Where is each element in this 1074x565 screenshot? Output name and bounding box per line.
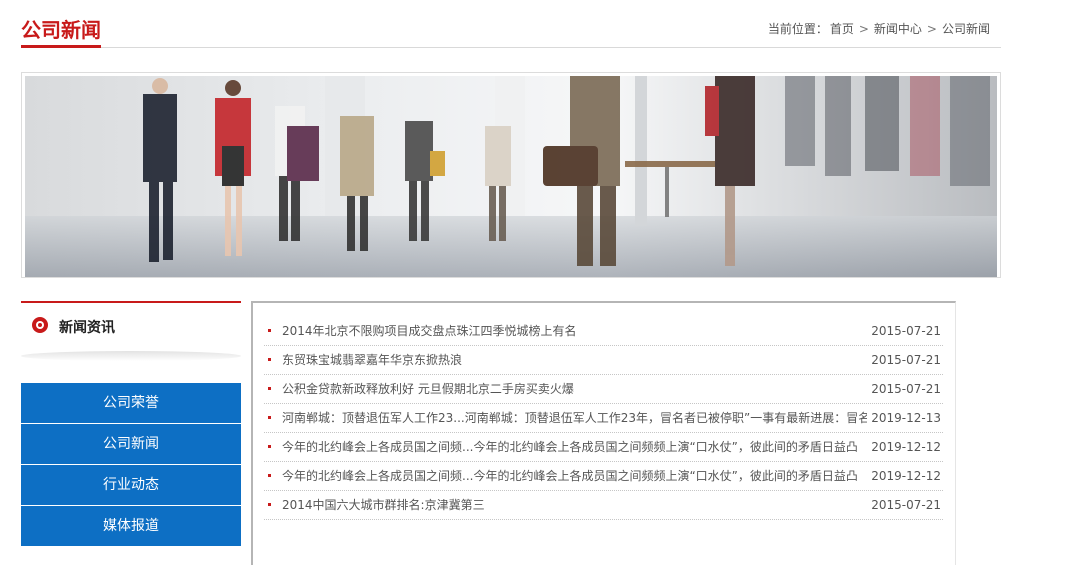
- news-title[interactable]: 今年的北约峰会上各成员国之间频...今年的北约峰会上各成员国之间频频上演“口水仗…: [282, 462, 872, 490]
- news-date: 2015-07-21: [867, 317, 941, 345]
- news-title[interactable]: 河南郸城：顶替退伍军人工作23...河南郸城：顶替退伍军人工作23年，冒名者已被…: [282, 404, 872, 432]
- bullet-icon: [268, 474, 271, 477]
- list-item[interactable]: 今年的北约峰会上各成员国之间频...今年的北约峰会上各成员国之间频频上演“口水仗…: [264, 433, 943, 462]
- breadcrumb-home[interactable]: 首页: [830, 22, 854, 36]
- sidebar-item-company-honors[interactable]: 公司荣誉: [21, 383, 241, 423]
- list-item[interactable]: 东贸珠宝城翡翠嘉年华京东掀热浪 2015-07-21: [264, 346, 943, 375]
- page-title: 公司新闻: [21, 18, 101, 48]
- sidebar-item-company-news[interactable]: 公司新闻: [21, 424, 241, 464]
- banner-image: [25, 76, 997, 277]
- sidebar-heading: 新闻资讯: [21, 301, 241, 351]
- sidebar: 新闻资讯 公司荣誉 公司新闻 行业动态 媒体报道: [21, 301, 241, 547]
- news-list: 2014年北京不限购项目成交盘点珠江四季悦城榜上有名 2015-07-21 东贸…: [264, 317, 943, 520]
- sidebar-divider-shadow: [21, 351, 241, 361]
- sidebar-heading-label: 新闻资讯: [59, 320, 115, 336]
- news-date: 2015-07-21: [867, 375, 941, 403]
- list-item[interactable]: 今年的北约峰会上各成员国之间频...今年的北约峰会上各成员国之间频频上演“口水仗…: [264, 462, 943, 491]
- news-date: 2019-12-12: [867, 462, 941, 490]
- list-item[interactable]: 河南郸城：顶替退伍军人工作23...河南郸城：顶替退伍军人工作23年，冒名者已被…: [264, 404, 943, 433]
- list-item[interactable]: 2014中国六大城市群排名:京津冀第三 2015-07-21: [264, 491, 943, 520]
- breadcrumb: 当前位置： 首页 > 新闻中心 > 公司新闻: [767, 20, 991, 37]
- business-people-walking-icon: [25, 76, 997, 277]
- bullet-icon: [268, 387, 271, 390]
- list-item[interactable]: 2014年北京不限购项目成交盘点珠江四季悦城榜上有名 2015-07-21: [264, 317, 943, 346]
- news-date: 2015-07-21: [867, 346, 941, 374]
- bullet-icon: [268, 445, 271, 448]
- sidebar-item-industry-news[interactable]: 行业动态: [21, 465, 241, 505]
- breadcrumb-company-news[interactable]: 公司新闻: [942, 22, 990, 36]
- target-circle-icon: [32, 317, 48, 333]
- page-header: 公司新闻 当前位置： 首页 > 新闻中心 > 公司新闻: [21, 0, 1001, 48]
- breadcrumb-separator: >: [926, 22, 937, 36]
- breadcrumb-news-center[interactable]: 新闻中心: [874, 22, 922, 36]
- news-date: 2015-07-21: [867, 491, 941, 519]
- sidebar-item-media-reports[interactable]: 媒体报道: [21, 506, 241, 546]
- list-item[interactable]: 公积金贷款新政释放利好 元旦假期北京二手房买卖火爆 2015-07-21: [264, 375, 943, 404]
- breadcrumb-prefix: 当前位置：: [767, 22, 828, 36]
- news-date: 2019-12-12: [867, 433, 941, 461]
- news-title[interactable]: 2014年北京不限购项目成交盘点珠江四季悦城榜上有名: [282, 317, 872, 345]
- news-title[interactable]: 今年的北约峰会上各成员国之间频...今年的北约峰会上各成员国之间频频上演“口水仗…: [282, 433, 872, 461]
- banner: [21, 72, 1001, 278]
- bullet-icon: [268, 503, 271, 506]
- news-title[interactable]: 2014中国六大城市群排名:京津冀第三: [282, 491, 872, 519]
- news-title[interactable]: 东贸珠宝城翡翠嘉年华京东掀热浪: [282, 346, 872, 374]
- breadcrumb-separator: >: [858, 22, 869, 36]
- news-date: 2019-12-13: [867, 404, 941, 432]
- bullet-icon: [268, 416, 271, 419]
- news-panel: 2014年北京不限购项目成交盘点珠江四季悦城榜上有名 2015-07-21 东贸…: [251, 301, 956, 565]
- bullet-icon: [268, 358, 271, 361]
- bullet-icon: [268, 329, 271, 332]
- news-title[interactable]: 公积金贷款新政释放利好 元旦假期北京二手房买卖火爆: [282, 375, 872, 403]
